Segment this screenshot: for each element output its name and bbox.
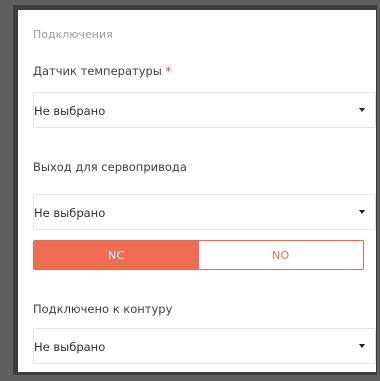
- required-marker: *: [165, 64, 172, 78]
- contour-select[interactable]: Не выбрано: [33, 328, 376, 364]
- chevron-down-icon: [359, 344, 365, 348]
- chevron-down-icon: [359, 108, 365, 112]
- temperature-sensor-label: Датчик температуры *: [33, 64, 171, 78]
- servo-output-select[interactable]: Не выбрано: [33, 194, 376, 230]
- section-title: Подключения: [33, 28, 113, 41]
- servo-output-value: Не выбрано: [34, 206, 106, 220]
- servo-output-label: Выход для сервопривода: [33, 160, 187, 174]
- toggle-option-no[interactable]: NO: [198, 241, 363, 269]
- contour-value: Не выбрано: [34, 340, 106, 354]
- temperature-sensor-value: Не выбрано: [34, 104, 106, 118]
- connections-panel: Подключения Датчик температуры * Не выбр…: [18, 10, 376, 372]
- temperature-sensor-select[interactable]: Не выбрано: [33, 92, 376, 128]
- temperature-sensor-label-text: Датчик температуры: [33, 64, 162, 78]
- contour-label: Подключено к контуру: [33, 302, 173, 316]
- nc-no-toggle[interactable]: NC NO: [33, 240, 364, 270]
- chevron-down-icon: [359, 210, 365, 214]
- toggle-option-nc[interactable]: NC: [34, 241, 199, 269]
